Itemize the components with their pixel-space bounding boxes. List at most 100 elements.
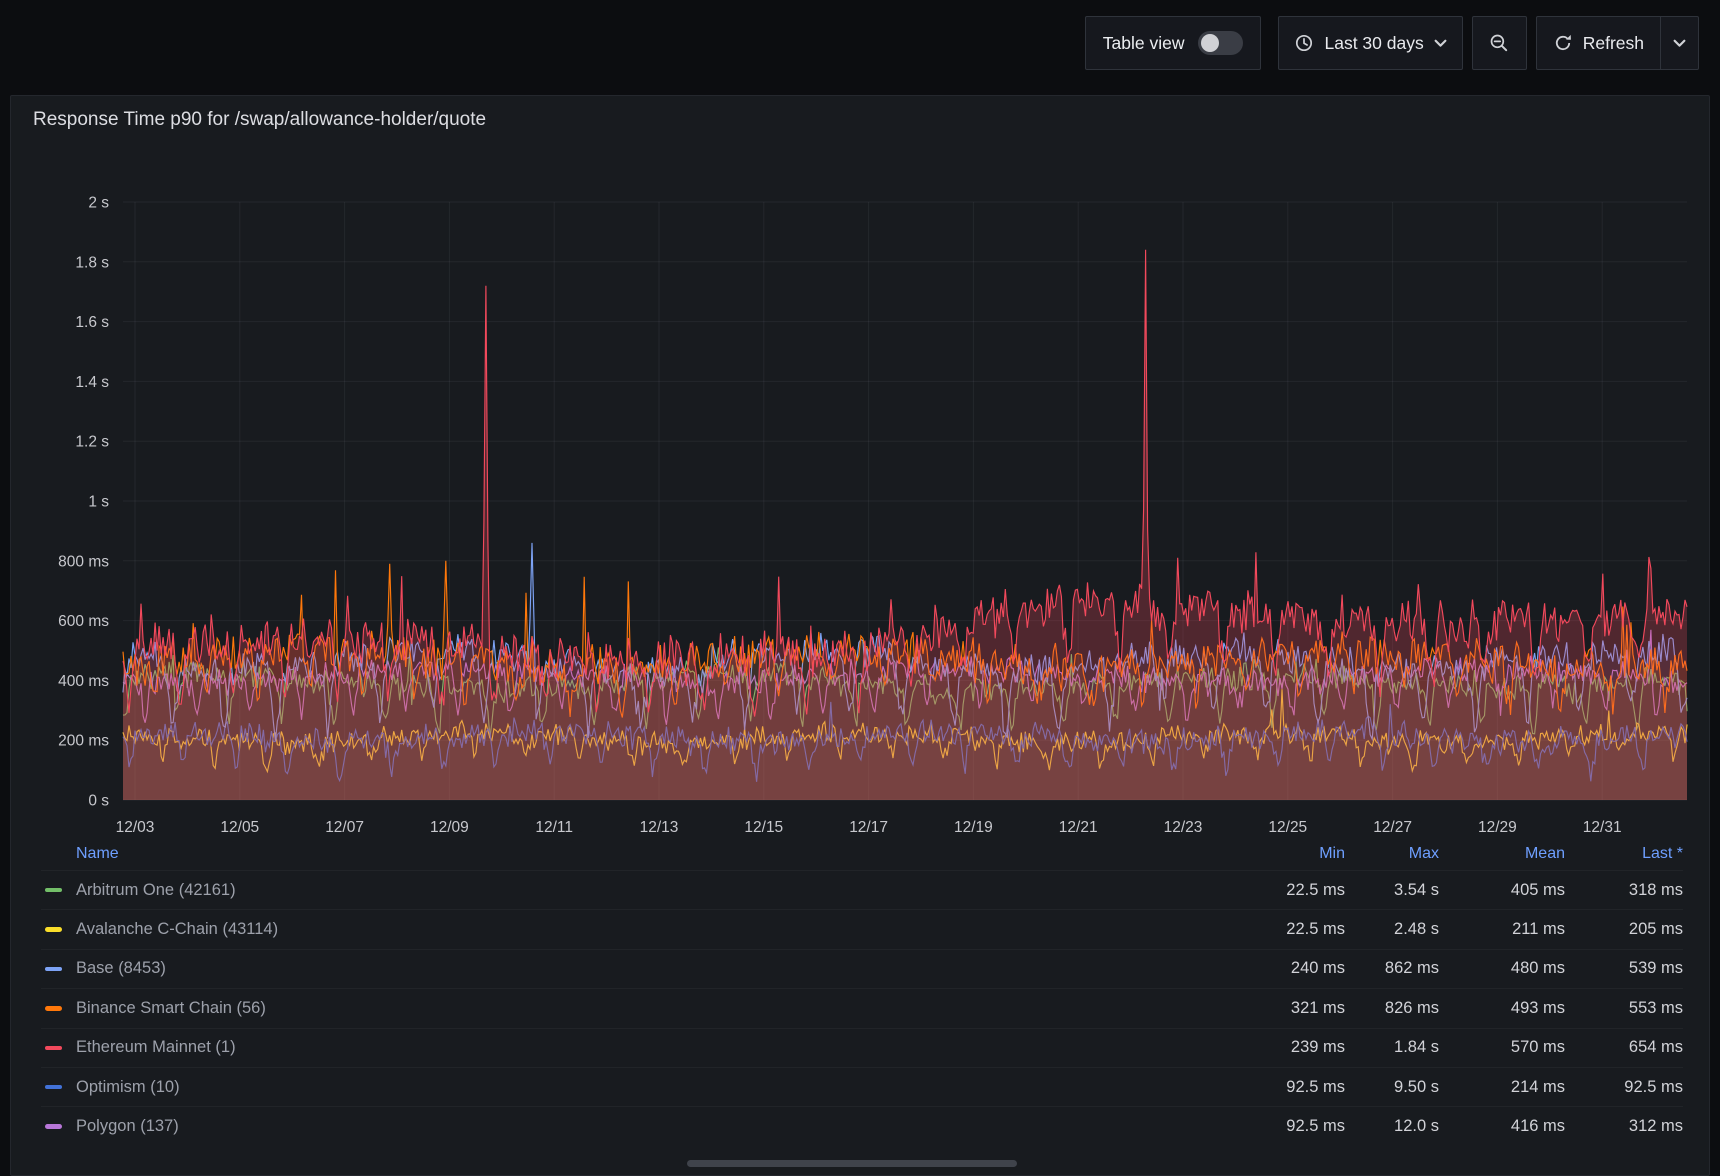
- legend-series-name[interactable]: Polygon (137): [76, 1117, 1235, 1136]
- x-axis-label: 12/27: [1373, 819, 1412, 836]
- legend-value-mean: 493 ms: [1439, 999, 1565, 1018]
- x-axis-label: 12/05: [220, 819, 259, 836]
- legend-sort-name[interactable]: Name: [41, 845, 1235, 863]
- chevron-down-icon: [1434, 39, 1447, 48]
- legend-value-max: 826 ms: [1345, 999, 1439, 1018]
- legend-sort-min[interactable]: Min: [1235, 845, 1345, 863]
- legend-value-max: 1.84 s: [1345, 1038, 1439, 1057]
- x-axis-label: 12/11: [535, 819, 573, 836]
- x-axis-label: 12/17: [849, 819, 888, 836]
- legend-row: Arbitrum One (42161)22.5 ms3.54 s405 ms3…: [41, 870, 1683, 909]
- y-axis-label: 400 ms: [58, 673, 109, 690]
- legend-series-name[interactable]: Optimism (10): [76, 1078, 1235, 1097]
- zoom-out-button[interactable]: [1472, 16, 1527, 70]
- y-axis-label: 800 ms: [58, 553, 109, 570]
- legend-table: NameMinMaxMeanLast * Arbitrum One (42161…: [41, 838, 1683, 1146]
- series-color-swatch: [45, 1124, 62, 1129]
- series-color-swatch: [45, 1006, 62, 1011]
- time-range-label: Last 30 days: [1324, 33, 1423, 54]
- x-axis-label: 12/03: [116, 819, 155, 836]
- legend-series-name[interactable]: Binance Smart Chain (56): [76, 999, 1235, 1018]
- legend-value-min: 240 ms: [1235, 959, 1345, 978]
- zoom-out-icon: [1489, 33, 1509, 53]
- dashboard-toolbar: Table view Last 30 days Refresh: [0, 0, 1720, 86]
- chart-canvas[interactable]: 0 s 200 ms 400 ms 600 ms 800 ms 1 s 1.2 s 1.4 s…: [11, 96, 1711, 840]
- legend-scrollbar[interactable]: [687, 1160, 1017, 1167]
- table-view-control: Table view: [1085, 16, 1262, 70]
- refresh-label: Refresh: [1583, 33, 1644, 54]
- x-axis-label: 12/29: [1478, 819, 1517, 836]
- series-color-swatch: [45, 927, 62, 932]
- y-axis-label: 1.8 s: [75, 254, 109, 271]
- time-range-picker[interactable]: Last 30 days: [1278, 16, 1462, 70]
- legend-value-last: 539 ms: [1565, 959, 1683, 978]
- legend-value-mean: 480 ms: [1439, 959, 1565, 978]
- table-view-toggle[interactable]: [1198, 31, 1243, 55]
- series-area: [123, 250, 1687, 800]
- legend-value-last: 654 ms: [1565, 1038, 1683, 1057]
- clock-icon: [1294, 33, 1314, 53]
- y-axis-label: 200 ms: [58, 733, 109, 750]
- legend-value-max: 12.0 s: [1345, 1117, 1439, 1136]
- legend-row: Optimism (10)92.5 ms9.50 s214 ms92.5 ms: [41, 1067, 1683, 1106]
- legend-series-name[interactable]: Avalanche C-Chain (43114): [76, 920, 1235, 939]
- series-color-swatch: [45, 967, 62, 972]
- y-axis-label: 600 ms: [58, 613, 109, 630]
- toggle-knob: [1201, 34, 1219, 52]
- legend-value-min: 22.5 ms: [1235, 920, 1345, 939]
- legend-value-mean: 570 ms: [1439, 1038, 1565, 1057]
- legend-value-max: 2.48 s: [1345, 920, 1439, 939]
- legend-value-max: 9.50 s: [1345, 1078, 1439, 1097]
- refresh-icon: [1553, 33, 1573, 53]
- legend-sort-mean[interactable]: Mean: [1439, 845, 1565, 863]
- y-axis-label: 1.6 s: [75, 314, 109, 331]
- legend-value-mean: 211 ms: [1439, 920, 1565, 939]
- series-color-swatch: [45, 888, 62, 893]
- y-axis-label: 0 s: [88, 793, 109, 810]
- x-axis-label: 12/19: [954, 819, 993, 836]
- legend-value-max: 3.54 s: [1345, 881, 1439, 900]
- y-axis-label: 1.2 s: [75, 434, 109, 451]
- legend-sort-max[interactable]: Max: [1345, 845, 1439, 863]
- x-axis-label: 12/31: [1583, 819, 1622, 836]
- x-axis-label: 12/13: [640, 819, 679, 836]
- legend-value-min: 22.5 ms: [1235, 881, 1345, 900]
- legend-value-mean: 416 ms: [1439, 1117, 1565, 1136]
- legend-value-last: 205 ms: [1565, 920, 1683, 939]
- chevron-down-icon: [1673, 39, 1686, 48]
- refresh-interval-dropdown[interactable]: [1660, 17, 1698, 69]
- refresh-control: Refresh: [1536, 16, 1699, 70]
- legend-value-mean: 214 ms: [1439, 1078, 1565, 1097]
- legend-header: NameMinMaxMeanLast *: [41, 838, 1683, 870]
- refresh-button[interactable]: Refresh: [1537, 17, 1660, 69]
- y-axis-label: 1.4 s: [75, 374, 109, 391]
- legend-value-last: 92.5 ms: [1565, 1078, 1683, 1097]
- legend-value-max: 862 ms: [1345, 959, 1439, 978]
- y-axis-label: 1 s: [88, 494, 109, 511]
- legend-row: Ethereum Mainnet (1)239 ms1.84 s570 ms65…: [41, 1028, 1683, 1067]
- legend-row: Avalanche C-Chain (43114)22.5 ms2.48 s21…: [41, 909, 1683, 948]
- table-view-label: Table view: [1103, 33, 1185, 54]
- x-axis-label: 12/25: [1268, 819, 1307, 836]
- x-axis-label: 12/07: [325, 819, 364, 836]
- legend-value-last: 318 ms: [1565, 881, 1683, 900]
- legend-rows: Arbitrum One (42161)22.5 ms3.54 s405 ms3…: [41, 870, 1683, 1146]
- legend-value-min: 321 ms: [1235, 999, 1345, 1018]
- x-axis-label: 12/15: [744, 819, 783, 836]
- legend-row: Polygon (137)92.5 ms12.0 s416 ms312 ms: [41, 1106, 1683, 1145]
- y-axis-label: 2 s: [88, 195, 109, 212]
- legend-series-name[interactable]: Arbitrum One (42161): [76, 881, 1235, 900]
- series-color-swatch: [45, 1046, 62, 1051]
- legend-value-last: 312 ms: [1565, 1117, 1683, 1136]
- legend-series-name[interactable]: Ethereum Mainnet (1): [76, 1038, 1235, 1057]
- series-color-swatch: [45, 1085, 62, 1090]
- x-axis-label: 12/21: [1059, 819, 1098, 836]
- legend-value-min: 92.5 ms: [1235, 1117, 1345, 1136]
- timeseries-panel: Response Time p90 for /swap/allowance-ho…: [10, 95, 1710, 1176]
- legend-sort-last[interactable]: Last *: [1565, 845, 1683, 863]
- legend-value-last: 553 ms: [1565, 999, 1683, 1018]
- legend-value-mean: 405 ms: [1439, 881, 1565, 900]
- legend-series-name[interactable]: Base (8453): [76, 959, 1235, 978]
- timeseries-chart[interactable]: 0 s 200 ms 400 ms 600 ms 800 ms 1 s 1.2 s 1.4 s…: [11, 96, 1711, 840]
- legend-value-min: 239 ms: [1235, 1038, 1345, 1057]
